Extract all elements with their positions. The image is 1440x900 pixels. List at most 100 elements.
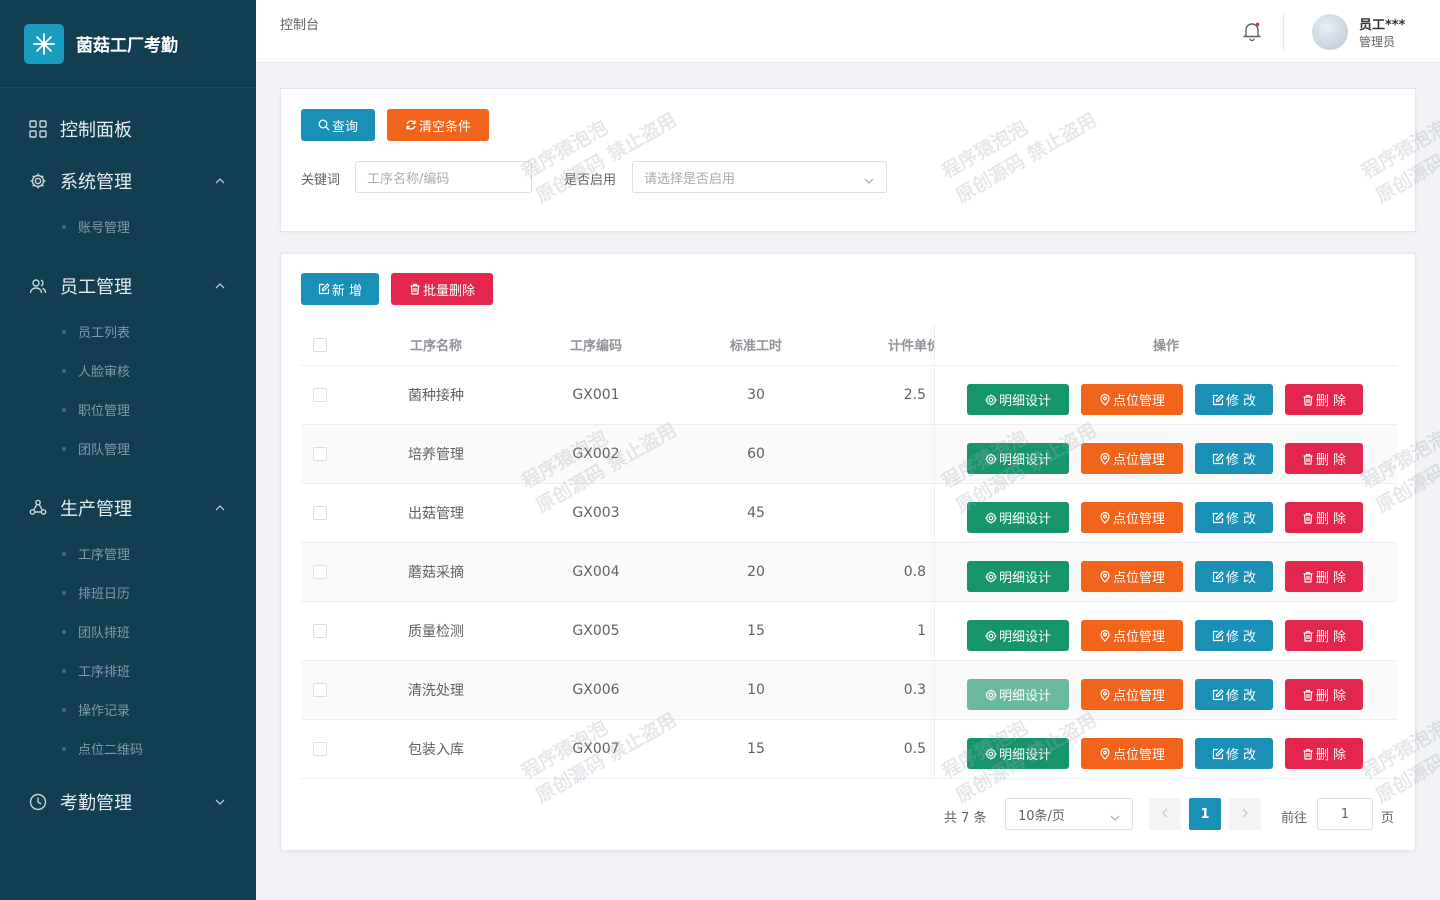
menu-system[interactable]: 系统管理 (0, 155, 256, 207)
point-manage-button[interactable]: 点位管理 (1081, 502, 1183, 533)
menu-production[interactable]: 生产管理 (0, 482, 256, 534)
sidebar-item-process[interactable]: 工序管理 (0, 534, 256, 573)
edit-icon (1212, 452, 1224, 465)
col-price[interactable]: 计件单价 (836, 324, 934, 365)
flow-icon (28, 498, 48, 518)
trash-icon (1302, 571, 1314, 583)
detail-design-button[interactable]: 明细设计 (967, 738, 1069, 769)
bell-icon[interactable] (1241, 20, 1263, 42)
app-title: 菌菇工厂考勤 (76, 36, 178, 56)
table-row[interactable]: 包装入库 GX007 15 0.5 明细设计 点位管理修 改删 除 (301, 720, 1397, 779)
query-button[interactable]: 查询 (301, 109, 375, 141)
detail-design-button[interactable]: 明细设计 (967, 620, 1069, 651)
edit-button[interactable]: 修 改 (1195, 561, 1273, 592)
prev-page-button[interactable] (1149, 798, 1181, 830)
row-checkbox[interactable] (313, 506, 327, 520)
add-button[interactable]: 新 增 (301, 273, 379, 305)
location-pin-icon (1099, 570, 1111, 583)
trash-icon (1302, 748, 1314, 760)
edit-button[interactable]: 修 改 (1195, 620, 1273, 651)
select-all-checkbox[interactable] (313, 337, 327, 352)
cell-code: GX007 (572, 741, 620, 757)
sidebar-item-teams[interactable]: 团队管理 (0, 429, 256, 468)
trash-icon (1302, 394, 1314, 406)
row-checkbox[interactable] (313, 742, 327, 756)
sidebar-item-employee-list[interactable]: 员工列表 (0, 312, 256, 351)
row-checkbox[interactable] (313, 683, 327, 697)
gear-icon (985, 748, 997, 760)
delete-button[interactable]: 删 除 (1285, 620, 1363, 651)
cell-hours: 15 (747, 623, 765, 639)
col-name[interactable]: 工序名称 (356, 324, 516, 365)
clear-conditions-button[interactable]: 清空条件 (387, 109, 489, 141)
avatar[interactable] (1312, 14, 1348, 50)
table-row[interactable]: 质量检测 GX005 15 1 明细设计 点位管理修 改删 除 (301, 602, 1397, 661)
table-row[interactable]: 培养管理 GX002 60 明细设计 点位管理修 改删 除 (301, 425, 1397, 484)
detail-design-button[interactable]: 明细设计 (967, 443, 1069, 474)
cell-price: 0.5 (903, 741, 926, 757)
delete-button[interactable]: 删 除 (1285, 443, 1363, 474)
breadcrumb[interactable]: 控制台 (280, 14, 319, 33)
page-button-current[interactable]: 1 (1189, 798, 1221, 830)
sidebar-item-schedule-calendar[interactable]: 排班日历 (0, 573, 256, 612)
goto-page-input[interactable]: 1 (1317, 798, 1373, 830)
row-checkbox[interactable] (313, 565, 327, 579)
sidebar-item-operation-log[interactable]: 操作记录 (0, 690, 256, 729)
keyword-input[interactable]: 工序名称/编码 (355, 161, 532, 193)
enabled-select[interactable]: 请选择是否启用 (632, 161, 887, 193)
sidebar-item-face-review[interactable]: 人脸审核 (0, 351, 256, 390)
delete-button[interactable]: 删 除 (1285, 502, 1363, 533)
row-checkbox[interactable] (313, 388, 327, 402)
delete-button[interactable]: 删 除 (1285, 561, 1363, 592)
edit-icon (1212, 747, 1224, 760)
edit-button[interactable]: 修 改 (1195, 443, 1273, 474)
row-checkbox[interactable] (313, 447, 327, 461)
menu-attendance[interactable]: 考勤管理 (0, 776, 256, 828)
point-manage-button[interactable]: 点位管理 (1081, 561, 1183, 592)
menu-dashboard[interactable]: 控制面板 (0, 103, 256, 155)
cell-name: 培养管理 (408, 447, 464, 463)
delete-button[interactable]: 删 除 (1285, 679, 1363, 710)
point-manage-button[interactable]: 点位管理 (1081, 384, 1183, 415)
delete-button[interactable]: 删 除 (1285, 384, 1363, 415)
edit-button[interactable]: 修 改 (1195, 384, 1273, 415)
sidebar-item-qrcode[interactable]: 点位二维码 (0, 729, 256, 768)
sidebar-item-positions[interactable]: 职位管理 (0, 390, 256, 429)
edit-button[interactable]: 修 改 (1195, 738, 1273, 769)
dashboard-icon (28, 119, 48, 139)
location-pin-icon (1099, 393, 1111, 406)
table-row[interactable]: 出菇管理 GX003 45 明细设计 点位管理修 改删 除 (301, 484, 1397, 543)
col-code[interactable]: 工序编码 (516, 324, 676, 365)
detail-design-button[interactable]: 明细设计 (967, 502, 1069, 533)
row-checkbox[interactable] (313, 624, 327, 638)
edit-button[interactable]: 修 改 (1195, 679, 1273, 710)
sidebar-item-team-schedule[interactable]: 团队排班 (0, 612, 256, 651)
menu-production-label: 生产管理 (60, 499, 132, 520)
sidebar-item-accounts[interactable]: 账号管理 (0, 207, 256, 246)
cell-name: 质量检测 (408, 624, 464, 640)
location-pin-icon (1099, 452, 1111, 465)
menu-employees[interactable]: 员工管理 (0, 260, 256, 312)
edit-icon (1212, 570, 1224, 583)
page-size-select[interactable]: 10条/页 (1005, 798, 1133, 830)
edit-button[interactable]: 修 改 (1195, 502, 1273, 533)
chevron-right-icon (1242, 807, 1248, 822)
gear-icon (985, 571, 997, 583)
delete-button[interactable]: 删 除 (1285, 738, 1363, 769)
user-name[interactable]: 员工*** (1359, 14, 1405, 33)
point-manage-button[interactable]: 点位管理 (1081, 679, 1183, 710)
detail-design-button[interactable]: 明细设计 (967, 679, 1069, 710)
detail-design-button[interactable]: 明细设计 (967, 384, 1069, 415)
col-hours[interactable]: 标准工时 (676, 324, 836, 365)
snowflake-logo-icon (24, 23, 64, 64)
point-manage-button[interactable]: 点位管理 (1081, 620, 1183, 651)
detail-design-button[interactable]: 明细设计 (967, 561, 1069, 592)
next-page-button[interactable] (1229, 798, 1261, 830)
table-row[interactable]: 菌种接种 GX001 30 2.5 明细设计 点位管理修 改删 除 (301, 366, 1397, 425)
sidebar-item-process-schedule[interactable]: 工序排班 (0, 651, 256, 690)
table-row[interactable]: 蘑菇采摘 GX004 20 0.8 明细设计 点位管理修 改删 除 (301, 543, 1397, 602)
table-row[interactable]: 清洗处理 GX006 10 0.3 明细设计 点位管理修 改删 除 (301, 661, 1397, 720)
point-manage-button[interactable]: 点位管理 (1081, 443, 1183, 474)
point-manage-button[interactable]: 点位管理 (1081, 738, 1183, 769)
batch-delete-button[interactable]: 批量删除 (391, 273, 493, 305)
